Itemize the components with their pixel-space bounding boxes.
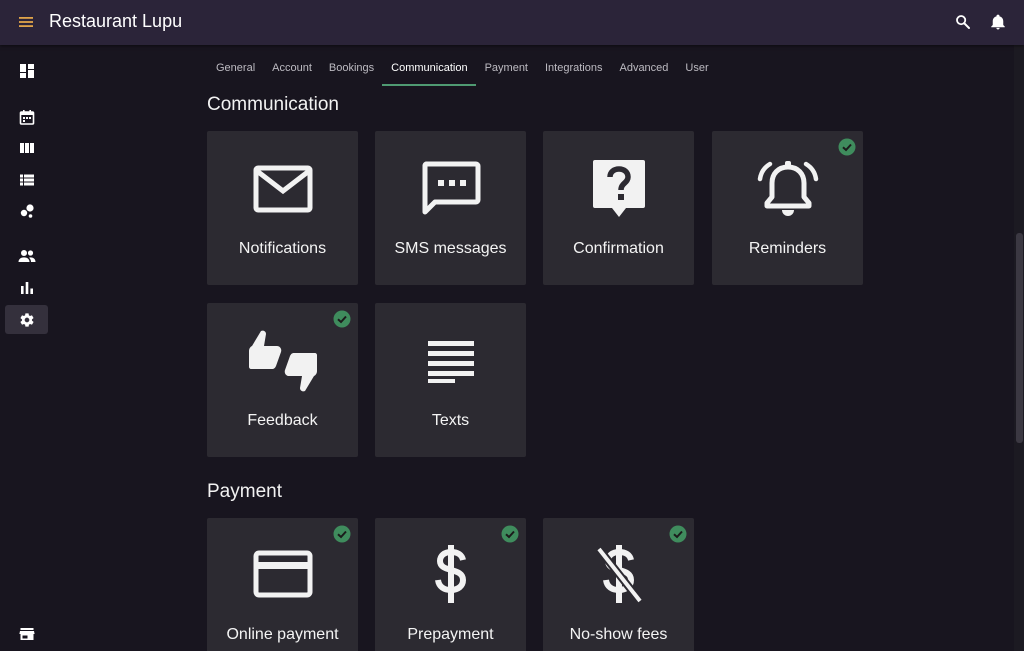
card-label: Online payment: [226, 626, 339, 643]
tab-communication[interactable]: Communication: [382, 55, 477, 86]
nav-dashboard[interactable]: [5, 56, 48, 85]
tab-advanced[interactable]: Advanced: [610, 55, 676, 86]
settings-icon: [20, 312, 33, 327]
alarm-icon: [757, 161, 818, 216]
top-app-bar: Restaurant Lupu: [0, 0, 1024, 45]
nav-columns[interactable]: [5, 133, 48, 162]
dashboard-icon: [19, 63, 34, 78]
card-feedback[interactable]: Feedback: [207, 303, 358, 457]
card-no-show-fees[interactable]: No-show fees: [543, 518, 694, 651]
thumbs-icon: [248, 330, 317, 392]
nav-statistics[interactable]: [5, 273, 48, 302]
card-notifications[interactable]: Notifications: [207, 131, 358, 285]
card-texts[interactable]: Texts: [375, 303, 526, 457]
card-label: No-show fees: [569, 626, 668, 643]
tab-user[interactable]: User: [676, 55, 716, 86]
card-label: Feedback: [247, 412, 318, 429]
enabled-check-icon: [333, 525, 351, 543]
credit-card-icon: [253, 550, 312, 598]
search-icon: [956, 15, 970, 29]
nav-list[interactable]: [5, 165, 48, 194]
enabled-check-icon: [333, 310, 351, 328]
card-label: Texts: [431, 412, 470, 429]
enabled-check-icon: [669, 525, 687, 543]
calendar-icon: [19, 109, 34, 125]
card-label: SMS messages: [394, 240, 507, 257]
text-lines-icon: [427, 341, 474, 383]
question-icon: [592, 160, 645, 217]
card-reminders[interactable]: Reminders: [712, 131, 863, 285]
tab-bookings[interactable]: Bookings: [320, 55, 382, 86]
card-online-payment[interactable]: Online payment: [207, 518, 358, 651]
sms-icon: [422, 161, 480, 215]
no-dollar-icon: [595, 545, 643, 604]
menu-button[interactable]: [12, 10, 40, 34]
nav-people[interactable]: [5, 241, 48, 270]
search-button[interactable]: [952, 11, 974, 33]
section-title-communication: Communication: [207, 94, 339, 115]
card-label: Reminders: [748, 240, 827, 257]
enabled-check-icon: [838, 138, 856, 156]
mail-icon: [253, 165, 312, 213]
store-icon: [18, 627, 35, 640]
nav-calendar[interactable]: [5, 102, 48, 131]
tab-payment[interactable]: Payment: [476, 55, 536, 86]
nav-settings[interactable]: [5, 305, 48, 334]
nav-store[interactable]: [5, 619, 48, 648]
settings-tabs: General Account Bookings Communication P…: [207, 55, 717, 87]
notifications-button[interactable]: [987, 11, 1009, 33]
bell-icon: [991, 14, 1005, 30]
sidebar: [0, 45, 52, 651]
tab-general[interactable]: General: [207, 55, 263, 86]
section-title-payment: Payment: [207, 481, 282, 502]
scrollbar-thumb[interactable]: [1016, 233, 1023, 443]
tab-integrations[interactable]: Integrations: [536, 55, 610, 86]
scrollbar[interactable]: [1014, 45, 1024, 651]
dollar-icon: [434, 545, 466, 603]
people-icon: [18, 249, 35, 262]
card-sms-messages[interactable]: SMS messages: [375, 131, 526, 285]
card-label: Prepayment: [407, 626, 494, 643]
bar-chart-icon: [20, 281, 33, 294]
bubble-chart-icon: [20, 203, 34, 218]
card-label: Confirmation: [573, 240, 664, 257]
app-title: Restaurant Lupu: [49, 11, 183, 31]
card-prepayment[interactable]: Prepayment: [375, 518, 526, 651]
columns-icon: [19, 142, 34, 153]
list-icon: [19, 174, 34, 185]
card-confirmation[interactable]: Confirmation: [543, 131, 694, 285]
enabled-check-icon: [501, 525, 519, 543]
card-label: Notifications: [238, 240, 327, 257]
hamburger-menu-icon: [19, 17, 33, 27]
tab-account[interactable]: Account: [263, 55, 320, 86]
nav-bubble-chart[interactable]: [5, 196, 48, 225]
